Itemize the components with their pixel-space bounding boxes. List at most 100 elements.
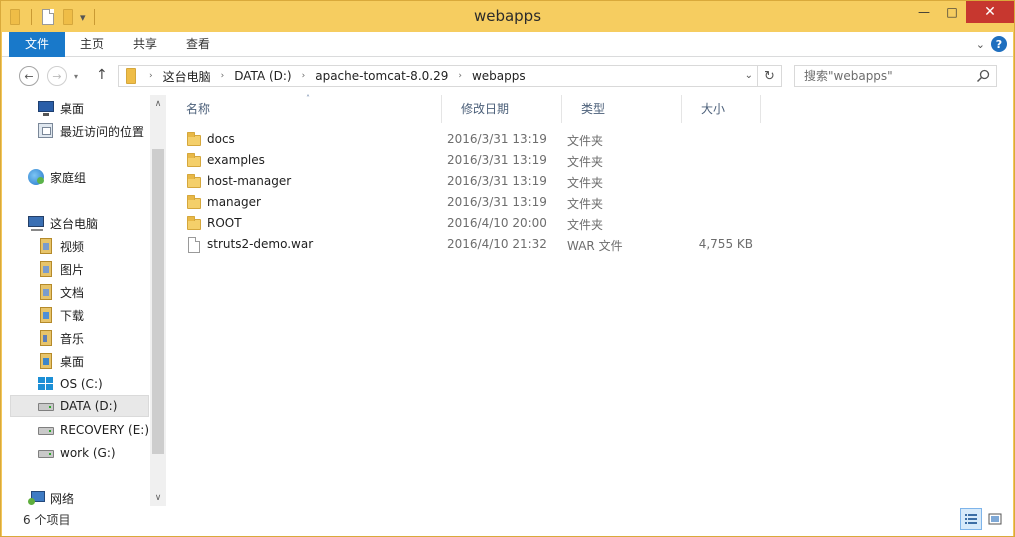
- drive-icon: [38, 398, 54, 414]
- drive-icon: [38, 445, 54, 461]
- recent-places-icon: [38, 123, 54, 139]
- chevron-right-icon[interactable]: ›: [302, 71, 306, 81]
- nav-item-label: work (G:): [60, 446, 116, 460]
- address-row: ← → ▾ ↑ › 这台电脑 › DATA (D:) › apache-tomc…: [2, 57, 1013, 95]
- maximize-button[interactable]: □: [938, 1, 966, 23]
- nav-item-data-d[interactable]: DATA (D:): [10, 395, 149, 417]
- chevron-right-icon[interactable]: ›: [149, 71, 153, 81]
- music-library-icon: [38, 330, 54, 346]
- file-list: 名称 ˄ 修改日期 类型 大小 docs 2016/3/31 13:19 文件夹…: [166, 94, 1013, 506]
- table-row[interactable]: docs 2016/3/31 13:19 文件夹: [180, 129, 772, 150]
- chevron-right-icon[interactable]: ›: [458, 71, 462, 81]
- this-pc-icon: [28, 215, 44, 231]
- sort-ascending-icon: ˄: [306, 94, 310, 103]
- desktop-icon: [38, 100, 54, 116]
- large-icons-view-icon: [988, 513, 1002, 525]
- folder-icon: [186, 131, 202, 148]
- file-modified: 2016/4/10 21:32: [447, 237, 547, 251]
- nav-scrollbar[interactable]: ∧ ∨: [150, 95, 166, 506]
- column-divider[interactable]: [760, 95, 761, 123]
- file-name: manager: [207, 195, 261, 209]
- large-icons-view-button[interactable]: [984, 508, 1006, 530]
- file-icon: [186, 236, 202, 253]
- homegroup-icon: [28, 169, 44, 185]
- back-button[interactable]: ←: [19, 66, 39, 86]
- nav-item-label: 视频: [60, 239, 85, 254]
- breadcrumb-this-pc[interactable]: 这台电脑: [163, 68, 211, 85]
- column-header-label: 大小: [701, 102, 726, 116]
- nav-item-label: 这台电脑: [50, 216, 99, 231]
- scroll-down-icon[interactable]: ∨: [150, 489, 166, 506]
- breadcrumb: › 这台电脑 › DATA (D:) › apache-tomcat-8.0.2…: [149, 68, 526, 85]
- nav-item-label: 图片: [60, 262, 85, 277]
- breadcrumb-tomcat[interactable]: apache-tomcat-8.0.29: [315, 69, 448, 83]
- forward-button[interactable]: →: [47, 66, 67, 86]
- nav-item-label: 桌面: [60, 101, 85, 116]
- file-name: ROOT: [207, 216, 242, 230]
- search-box: [794, 65, 997, 87]
- network-icon: [28, 490, 45, 506]
- window-title-container: webapps: [1, 7, 1014, 25]
- nav-item-label: DATA (D:): [60, 399, 118, 413]
- close-button[interactable]: ✕: [966, 1, 1014, 23]
- pictures-library-icon: [38, 261, 54, 277]
- expand-ribbon-icon[interactable]: ⌄: [976, 38, 985, 51]
- file-name: host-manager: [207, 174, 292, 188]
- column-header-size[interactable]: 大小: [681, 95, 761, 123]
- breadcrumb-data-drive[interactable]: DATA (D:): [234, 69, 291, 83]
- file-type: 文件夹: [567, 218, 604, 232]
- nav-item-label: 桌面: [60, 354, 85, 369]
- file-name: docs: [207, 132, 235, 146]
- scroll-up-icon[interactable]: ∧: [150, 95, 166, 112]
- column-header-modified[interactable]: 修改日期: [441, 95, 561, 123]
- details-view-button[interactable]: [960, 508, 982, 530]
- up-button[interactable]: ↑: [96, 67, 108, 83]
- help-icon[interactable]: ?: [991, 36, 1007, 52]
- nav-item-label: 音乐: [60, 331, 85, 346]
- documents-library-icon: [38, 284, 54, 300]
- file-modified: 2016/3/31 13:19: [447, 195, 547, 209]
- file-type: WAR 文件: [567, 239, 623, 253]
- tab-file[interactable]: 文件: [9, 32, 65, 57]
- window-title: webapps: [473, 7, 542, 25]
- breadcrumb-webapps[interactable]: webapps: [472, 69, 526, 83]
- file-name: examples: [207, 153, 265, 167]
- title-bar[interactable]: ▾ webapps — □ ✕: [1, 1, 1014, 32]
- folder-icon: [186, 194, 202, 211]
- tab-share[interactable]: 共享: [118, 32, 172, 57]
- item-count: 6 个项目: [23, 513, 71, 527]
- scrollbar-thumb[interactable]: [152, 149, 164, 454]
- tab-view[interactable]: 查看: [172, 32, 224, 57]
- folder-icon: [123, 68, 139, 84]
- file-size: 4,755 KB: [698, 237, 753, 251]
- ribbon-controls: ⌄ ?: [976, 36, 1007, 52]
- table-row[interactable]: examples 2016/3/31 13:19 文件夹: [180, 150, 772, 171]
- file-modified: 2016/3/31 13:19: [447, 132, 547, 146]
- nav-item-label: 下载: [60, 308, 85, 323]
- minimize-button[interactable]: —: [910, 1, 938, 23]
- column-header-name[interactable]: 名称: [166, 95, 441, 123]
- address-bar[interactable]: › 这台电脑 › DATA (D:) › apache-tomcat-8.0.2…: [118, 65, 758, 87]
- column-header-type[interactable]: 类型: [561, 95, 681, 123]
- search-input[interactable]: [795, 66, 965, 86]
- drive-icon: [38, 422, 54, 438]
- file-type: 文件夹: [567, 197, 604, 211]
- file-name: struts2-demo.war: [207, 237, 314, 251]
- file-type: 文件夹: [567, 134, 604, 148]
- desktop-library-icon: [38, 353, 54, 369]
- navigation-pane: 桌面 最近访问的位置 家庭组 这台电脑 视频 图片 文档 下载 音乐 桌面 OS…: [2, 95, 166, 506]
- recent-locations-icon[interactable]: ▾: [74, 72, 78, 81]
- refresh-button[interactable]: ↻: [758, 65, 782, 87]
- table-row[interactable]: struts2-demo.war 2016/4/10 21:32 WAR 文件 …: [180, 234, 772, 255]
- search-icon[interactable]: [976, 69, 990, 83]
- table-row[interactable]: manager 2016/3/31 13:19 文件夹: [180, 192, 772, 213]
- chevron-down-icon[interactable]: ⌄: [745, 70, 753, 81]
- tab-home[interactable]: 主页: [66, 32, 118, 57]
- table-row[interactable]: ROOT 2016/4/10 20:00 文件夹: [180, 213, 772, 234]
- table-row[interactable]: host-manager 2016/3/31 13:19 文件夹: [180, 171, 772, 192]
- nav-item-label: 网络: [50, 491, 75, 506]
- chevron-right-icon[interactable]: ›: [221, 71, 225, 81]
- details-view-icon: [965, 514, 977, 524]
- file-modified: 2016/4/10 20:00: [447, 216, 547, 230]
- file-modified: 2016/3/31 13:19: [447, 153, 547, 167]
